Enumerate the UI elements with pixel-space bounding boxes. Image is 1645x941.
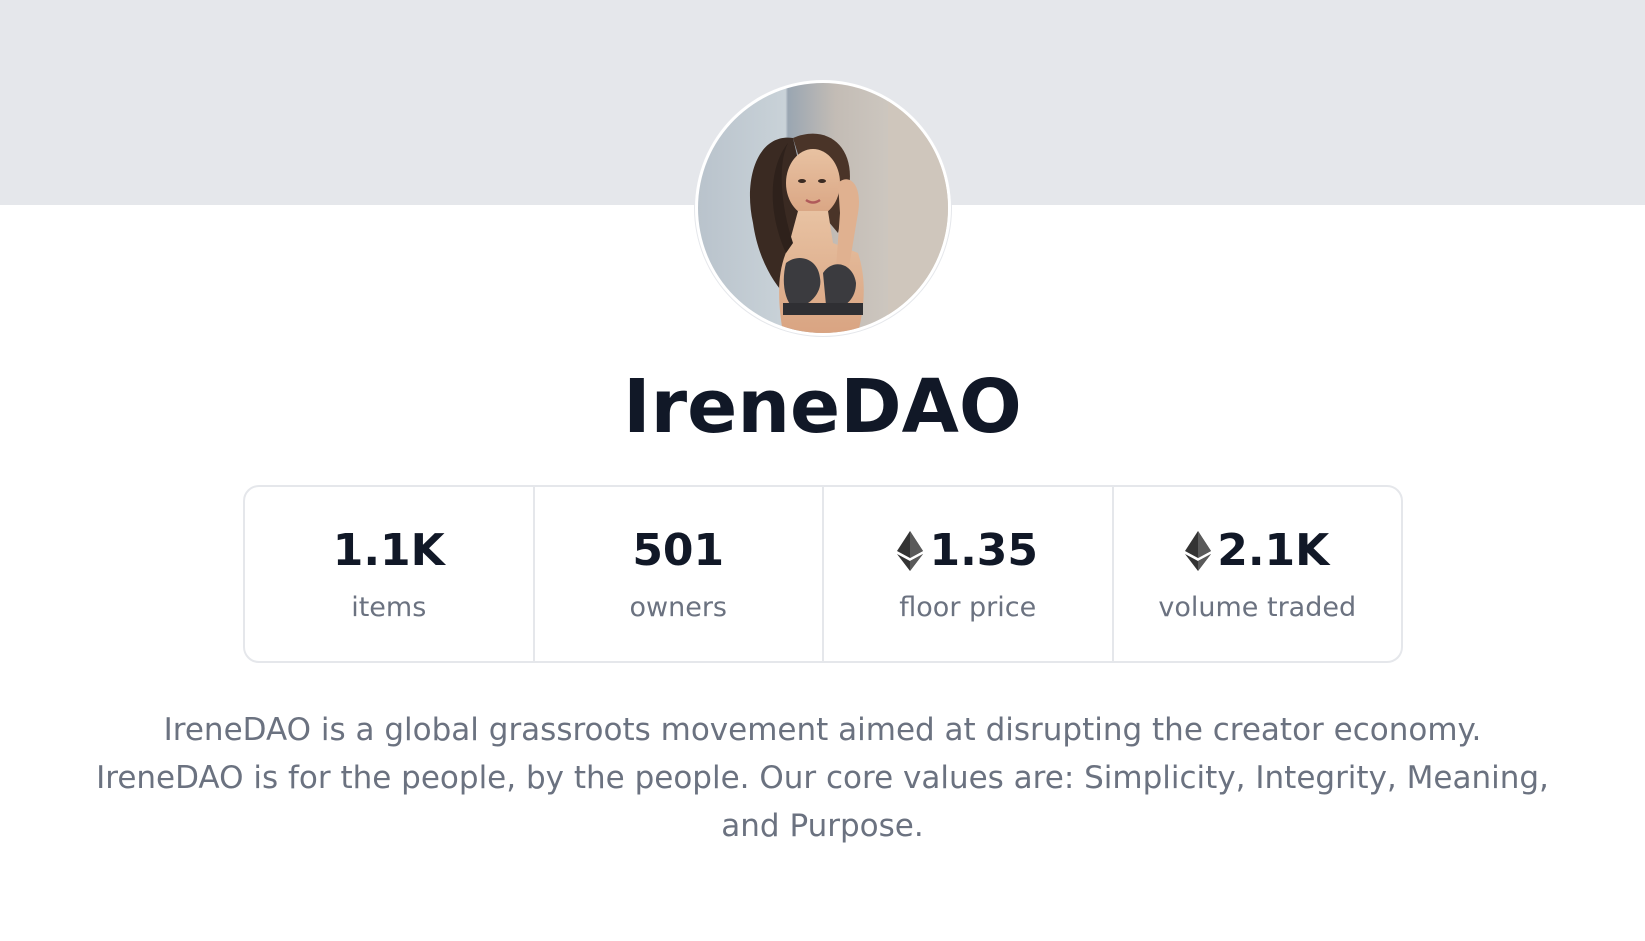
stat-label: owners <box>629 592 728 623</box>
stat-value-text: 1.35 <box>929 525 1039 576</box>
stat-owners[interactable]: 501 owners <box>535 487 824 661</box>
ethereum-icon <box>1185 531 1212 571</box>
stat-value: 1.1K <box>333 523 445 579</box>
stat-value-text: 2.1K <box>1217 525 1330 576</box>
avatar-image <box>698 83 948 333</box>
stat-value: 2.1K <box>1185 523 1329 579</box>
stat-value-text: 1.1K <box>332 525 445 576</box>
collection-description: IreneDAO is a global grassroots movement… <box>96 712 1549 844</box>
collection-page: IreneDAO 1.1K items 501 owners 1.35 floo… <box>0 0 1645 941</box>
collection-avatar[interactable] <box>695 80 951 336</box>
stat-label: items <box>351 592 427 623</box>
stat-value: 1.35 <box>897 523 1038 579</box>
stat-items[interactable]: 1.1K items <box>245 487 535 661</box>
stat-floor-price[interactable]: 1.35 floor price <box>824 487 1114 661</box>
collection-stats: 1.1K items 501 owners 1.35 floor price 2… <box>243 485 1403 663</box>
collection-title: IreneDAO <box>623 364 1022 450</box>
stat-value: 501 <box>632 523 724 579</box>
ethereum-icon <box>897 531 924 571</box>
stat-value-text: 501 <box>632 525 725 576</box>
stat-volume-traded[interactable]: 2.1K volume traded <box>1114 487 1402 661</box>
stat-label: floor price <box>899 592 1037 623</box>
stat-label: volume traded <box>1158 592 1357 623</box>
